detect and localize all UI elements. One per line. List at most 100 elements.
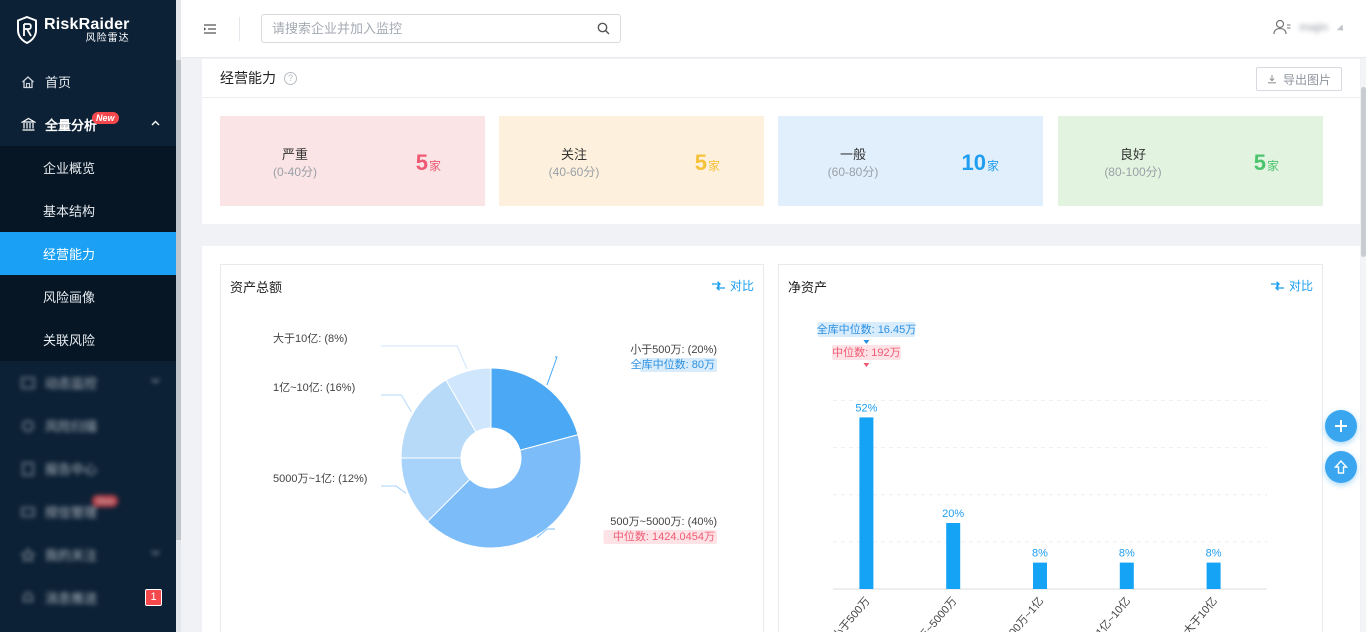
- page-scrollbar-thumb[interactable]: [1361, 87, 1366, 257]
- level-count-unit: 家: [1266, 159, 1279, 173]
- arrow-up-icon: [1333, 459, 1349, 474]
- search-box[interactable]: [261, 14, 621, 43]
- median-marker: 中位数: 192万: [832, 345, 900, 359]
- bar-data-label: 20%: [942, 508, 964, 520]
- brand-subtitle: 风险雷达: [85, 33, 130, 45]
- star-icon: [20, 547, 36, 563]
- sidebar-item-label: 风险扫描: [45, 419, 98, 434]
- net-asset-bar-chart: 52% 小于500万 20% 500万~5000万 8% 5000万~1亿 8% 1亿~10亿…: [817, 322, 1267, 632]
- asset-total-chart-card: 资产总额 对比 小于500万: (20%) 500万~5000万: (40%) 50…: [220, 264, 764, 632]
- level-card[interactable]: 良好 (80-100分) 5家: [1058, 116, 1323, 206]
- x-tick-label: 1亿~10亿: [1093, 595, 1133, 632]
- pie-slice-label: 小于500万: (20%): [630, 343, 717, 356]
- sidebar-subitem-structure[interactable]: 基本结构: [0, 189, 176, 232]
- sidebar-item-label: 首页: [45, 75, 72, 90]
- pie-median-annotation: 中位数: 1424.0454万: [613, 529, 715, 543]
- level-card[interactable]: 一般 (60-80分) 10家: [778, 116, 1043, 206]
- sidebar-item-scan[interactable]: 风险扫描: [0, 404, 176, 447]
- sidebar-item-follow[interactable]: 我的关注: [0, 533, 176, 576]
- back-to-top-button[interactable]: [1325, 451, 1357, 483]
- level-range: (60-80分): [827, 165, 879, 179]
- marker-pointer: [863, 340, 870, 344]
- sidebar-item-label: 动态监控: [45, 376, 98, 391]
- chevron-down-icon: [151, 548, 160, 559]
- sidebar-subitem-operations[interactable]: 经营能力: [0, 232, 176, 275]
- sidebar-item-analysis[interactable]: 全量分析 New: [0, 103, 176, 146]
- x-tick-label: 500万~5000万: [905, 595, 960, 632]
- new-badge: New: [92, 112, 119, 124]
- level-card[interactable]: 关注 (40-60分) 5家: [499, 116, 764, 206]
- x-tick-label: 小于500万: [830, 595, 873, 632]
- menu-fold-icon[interactable]: [203, 22, 217, 36]
- bar-data-label: 8%: [1206, 548, 1222, 560]
- sidebar-item-home[interactable]: 首页: [0, 60, 176, 103]
- help-icon[interactable]: ?: [284, 71, 297, 85]
- level-range: (0-40分): [272, 165, 317, 179]
- level-count-unit: 家: [707, 159, 720, 173]
- bar[interactable]: [1119, 562, 1134, 589]
- asset-total-pie-chart: 小于500万: (20%) 500万~5000万: (40%) 5000万~1亿: …: [273, 331, 717, 549]
- pie-slice-label: 500万~5000万: (40%): [610, 516, 717, 528]
- level-name: 良好: [1119, 147, 1146, 162]
- sidebar-item-label: 报告中心: [45, 462, 98, 477]
- user-icon: [1273, 19, 1291, 35]
- bar[interactable]: [1033, 562, 1047, 589]
- download-icon: [1267, 75, 1276, 84]
- sidebar-subitem-risk-profile[interactable]: 风险画像: [0, 275, 176, 318]
- bar[interactable]: [1206, 562, 1221, 589]
- sidebar-subitem-overview[interactable]: 企业概览: [0, 146, 176, 189]
- caret-down-icon: [1336, 23, 1347, 34]
- bar-data-label: 52%: [855, 402, 877, 414]
- bank-icon: [20, 117, 36, 133]
- page-title: 经营能力: [220, 70, 276, 86]
- level-card[interactable]: 严重 (0-40分) 5家: [220, 116, 485, 206]
- search-input[interactable]: [262, 15, 582, 42]
- sidebar-item-credit[interactable]: 授信管理 New: [0, 490, 176, 533]
- level-count-value: 5: [415, 150, 428, 175]
- sidebar-item-label: 授信管理: [45, 505, 98, 520]
- level-count: 10家: [962, 151, 1000, 178]
- scan-icon: [20, 418, 36, 434]
- user-name: majin: [1299, 20, 1328, 34]
- level-range: (40-60分): [548, 165, 600, 179]
- level-name: 严重: [281, 147, 308, 162]
- credit-icon: [20, 504, 36, 520]
- search-icon[interactable]: [597, 22, 610, 35]
- logo[interactable]: RiskRaider 风险雷达: [0, 0, 176, 60]
- panel-header: 经营能力 ? 导出图片: [202, 59, 1360, 98]
- pie-slice-label: 大于10亿: (8%): [273, 331, 348, 345]
- bell-icon: [20, 590, 36, 606]
- report-icon: [20, 461, 36, 477]
- bar-data-label: 8%: [1032, 548, 1048, 560]
- charts-panel: 资产总额 对比 小于500万: (20%) 500万~5000万: (40%) 50…: [202, 246, 1360, 632]
- page-scrollbar[interactable]: [1361, 59, 1366, 632]
- level-count: 5家: [695, 151, 720, 178]
- level-count: 5家: [1254, 151, 1279, 178]
- bar[interactable]: [946, 523, 961, 589]
- brand-name: RiskRaider: [44, 15, 130, 33]
- net-asset-chart-card: 净资产 对比 52% 小于500万 20% 500万~5000万 8% 5000万~1亿 8…: [778, 264, 1323, 632]
- top-header: majin: [181, 0, 1366, 58]
- main-content: 经营能力 ? 导出图片 严重 (0-40分) 5家 关注 (40-60分) 5家 一般 (60…: [181, 59, 1361, 632]
- user-menu[interactable]: majin: [1273, 19, 1347, 35]
- export-image-button[interactable]: 导出图片: [1255, 67, 1342, 91]
- level-count-unit: 家: [428, 159, 441, 173]
- level-count-value: 5: [1253, 150, 1266, 175]
- pie-label-leader-line: [381, 394, 412, 413]
- sidebar-item-reports[interactable]: 报告中心: [0, 447, 176, 490]
- sidebar-item-monitor[interactable]: 动态监控: [0, 361, 176, 404]
- pie-label-leader-line: [546, 356, 558, 386]
- plus-icon: [1335, 420, 1347, 432]
- bar-data-label: 8%: [1119, 548, 1135, 560]
- level-range: (80-100分): [1104, 165, 1162, 179]
- add-button[interactable]: [1325, 410, 1357, 442]
- sidebar-item-label: 我的关注: [45, 548, 98, 563]
- sidebar-item-label: 全量分析: [45, 118, 98, 133]
- level-name: 一般: [839, 147, 866, 162]
- sidebar-item-messages[interactable]: 消息推送 1: [0, 576, 176, 619]
- new-badge: New: [92, 495, 119, 507]
- sidebar-subitem-related-risk[interactable]: 关联风险: [0, 318, 176, 361]
- shield-logo-icon: [17, 16, 37, 44]
- message-count-badge: 1: [145, 589, 162, 606]
- bar[interactable]: [859, 417, 874, 589]
